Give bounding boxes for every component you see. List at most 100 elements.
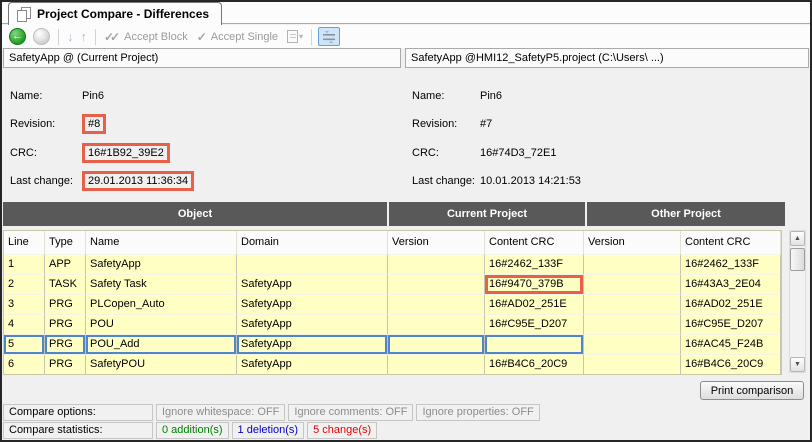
cell-current-crc[interactable] [485,334,584,354]
cell-domain[interactable]: SafetyApp [237,314,388,334]
table-body: Line Type Name Domain Version Content CR… [3,230,782,375]
ignore-properties-status: Ignore properties: OFF [416,404,539,421]
column-header-current-crc[interactable]: Content CRC [485,231,584,254]
cell-current-version[interactable] [388,314,485,334]
column-header-line[interactable]: Line [4,231,45,254]
cell-other-crc[interactable]: 16#43A3_2E04 [681,274,781,294]
cell-current-version[interactable] [388,354,485,374]
cell-current-version[interactable] [388,274,485,294]
field-label: CRC: [412,147,480,159]
field-label: Revision: [412,118,480,130]
forward-button[interactable]: → [31,27,52,46]
diff-highlighted-value: 29.01.2013 11:36:34 [82,171,194,191]
column-header-current-version[interactable]: Version [388,231,485,254]
table-row[interactable]: 6 PRG SafetyPOU SafetyApp 16#B4C6_20C9 1… [4,354,781,374]
cell-type[interactable]: APP [45,254,86,274]
cell-line[interactable]: 3 [4,294,45,314]
cell-current-crc[interactable]: 16#B4C6_20C9 [485,354,584,374]
current-project-header-box[interactable]: SafetyApp @ (Current Project) [3,48,401,68]
cell-other-crc[interactable]: 16#2462_133F [681,254,781,274]
table-row[interactable]: 3 PRG PLCopen_Auto SafetyApp 16#AD02_251… [4,294,781,314]
cell-other-version[interactable] [584,254,681,274]
cell-domain[interactable]: SafetyApp [237,354,388,374]
back-button[interactable]: ← [7,27,28,46]
field-row-revision-right: Revision: #7 [412,114,492,134]
table-row[interactable]: 2 TASK Safety Task SafetyApp 16#9470_379… [4,274,781,294]
field-value: Pin6 [82,90,104,102]
cell-other-version[interactable] [584,274,681,294]
cell-other-version[interactable] [584,314,681,334]
cell-domain[interactable]: SafetyApp [237,274,388,294]
cell-type[interactable]: PRG [45,354,86,374]
cell-line[interactable]: 5 [4,334,45,354]
print-comparison-button[interactable]: Print comparison [700,381,804,400]
cell-domain[interactable]: SafetyApp [237,294,388,314]
ignore-whitespace-status: Ignore whitespace: OFF [156,404,285,421]
column-header-other-version[interactable]: Version [584,231,681,254]
field-label: Name: [412,90,480,102]
cell-domain[interactable] [237,254,388,274]
cell-line[interactable]: 1 [4,254,45,274]
field-row-name-right: Name: Pin6 [412,86,502,106]
scroll-down-button[interactable]: ▼ [790,357,805,372]
tab-project-compare[interactable]: Project Compare - Differences [8,2,222,25]
cell-current-crc-diff-highlighted[interactable]: 16#9470_379B [485,274,584,294]
accept-options-dropdown-button[interactable]: ▾ [285,27,305,46]
column-header-type[interactable]: Type [45,231,86,254]
cell-line[interactable]: 6 [4,354,45,374]
cell-name[interactable]: POU [86,314,237,334]
cell-other-version[interactable] [584,294,681,314]
document-compare-icon [17,7,31,22]
field-label: Last change: [412,175,480,187]
cell-line[interactable]: 4 [4,314,45,334]
cell-current-crc[interactable]: 16#2462_133F [485,254,584,274]
cell-other-version[interactable] [584,354,681,374]
cell-current-version[interactable] [388,254,485,274]
cell-name[interactable]: POU_Add [86,334,237,354]
cell-name[interactable]: SafetyApp [86,254,237,274]
previous-difference-button[interactable]: ↑ [79,27,90,46]
cell-other-crc[interactable]: 16#AC45_F24B [681,334,781,354]
field-row-lastchange-left: Last change: 29.01.2013 11:36:34 [10,171,194,191]
cell-type[interactable]: TASK [45,274,86,294]
table-row[interactable]: 4 PRG POU SafetyApp 16#C95E_D207 16#C95E… [4,314,781,334]
scrollbar-thumb[interactable] [790,248,805,271]
column-header-name[interactable]: Name [86,231,237,254]
other-project-header-box[interactable]: SafetyApp @HMI12_SafetyP5.project (C:\Us… [405,48,809,68]
cell-type[interactable]: PRG [45,294,86,314]
compare-options-row: Compare options: Ignore whitespace: OFF … [3,404,540,421]
column-header-other-crc[interactable]: Content CRC [681,231,781,254]
cell-other-crc[interactable]: 16#AD02_251E [681,294,781,314]
scroll-up-button[interactable]: ▲ [790,231,805,246]
cell-current-version[interactable] [388,294,485,314]
table-row[interactable]: 1 APP SafetyApp 16#2462_133F 16#2462_133… [4,254,781,274]
cell-domain[interactable]: SafetyApp [237,334,388,354]
cell-other-version[interactable] [584,334,681,354]
split-view-toggle-button[interactable] [318,27,340,46]
cell-current-crc[interactable]: 16#AD02_251E [485,294,584,314]
table-row-selected[interactable]: 5 PRG POU_Add SafetyApp 16#AC45_F24B [4,334,781,354]
cell-type[interactable]: PRG [45,314,86,334]
accept-single-button[interactable]: ✓ Accept Single [195,27,282,46]
compare-statistics-label: Compare statistics: [3,422,153,439]
cell-current-version[interactable] [388,334,485,354]
cell-type[interactable]: PRG [45,334,86,354]
cell-name[interactable]: SafetyPOU [86,354,237,374]
tab-title: Project Compare - Differences [37,7,209,21]
group-header-object: Object [3,202,387,226]
cell-name[interactable]: Safety Task [86,274,237,294]
diff-highlighted-value: 16#1B92_39E2 [82,143,170,163]
column-header-domain[interactable]: Domain [237,231,388,254]
cell-line[interactable]: 2 [4,274,45,294]
cell-current-crc[interactable]: 16#C95E_D207 [485,314,584,334]
deletions-count: 1 deletion(s) [232,422,305,439]
cell-other-crc[interactable]: 16#C95E_D207 [681,314,781,334]
accept-page-icon [287,30,298,43]
accept-block-button[interactable]: ✓✓ Accept Block [102,27,192,46]
cell-name[interactable]: PLCopen_Auto [86,294,237,314]
up-arrow-icon: ↑ [81,29,88,44]
next-difference-button[interactable]: ↓ [65,27,76,46]
table-scrollbar[interactable]: ▲ ▼ [789,230,806,373]
down-arrow-icon: ↓ [67,29,74,44]
cell-other-crc[interactable]: 16#B4C6_20C9 [681,354,781,374]
